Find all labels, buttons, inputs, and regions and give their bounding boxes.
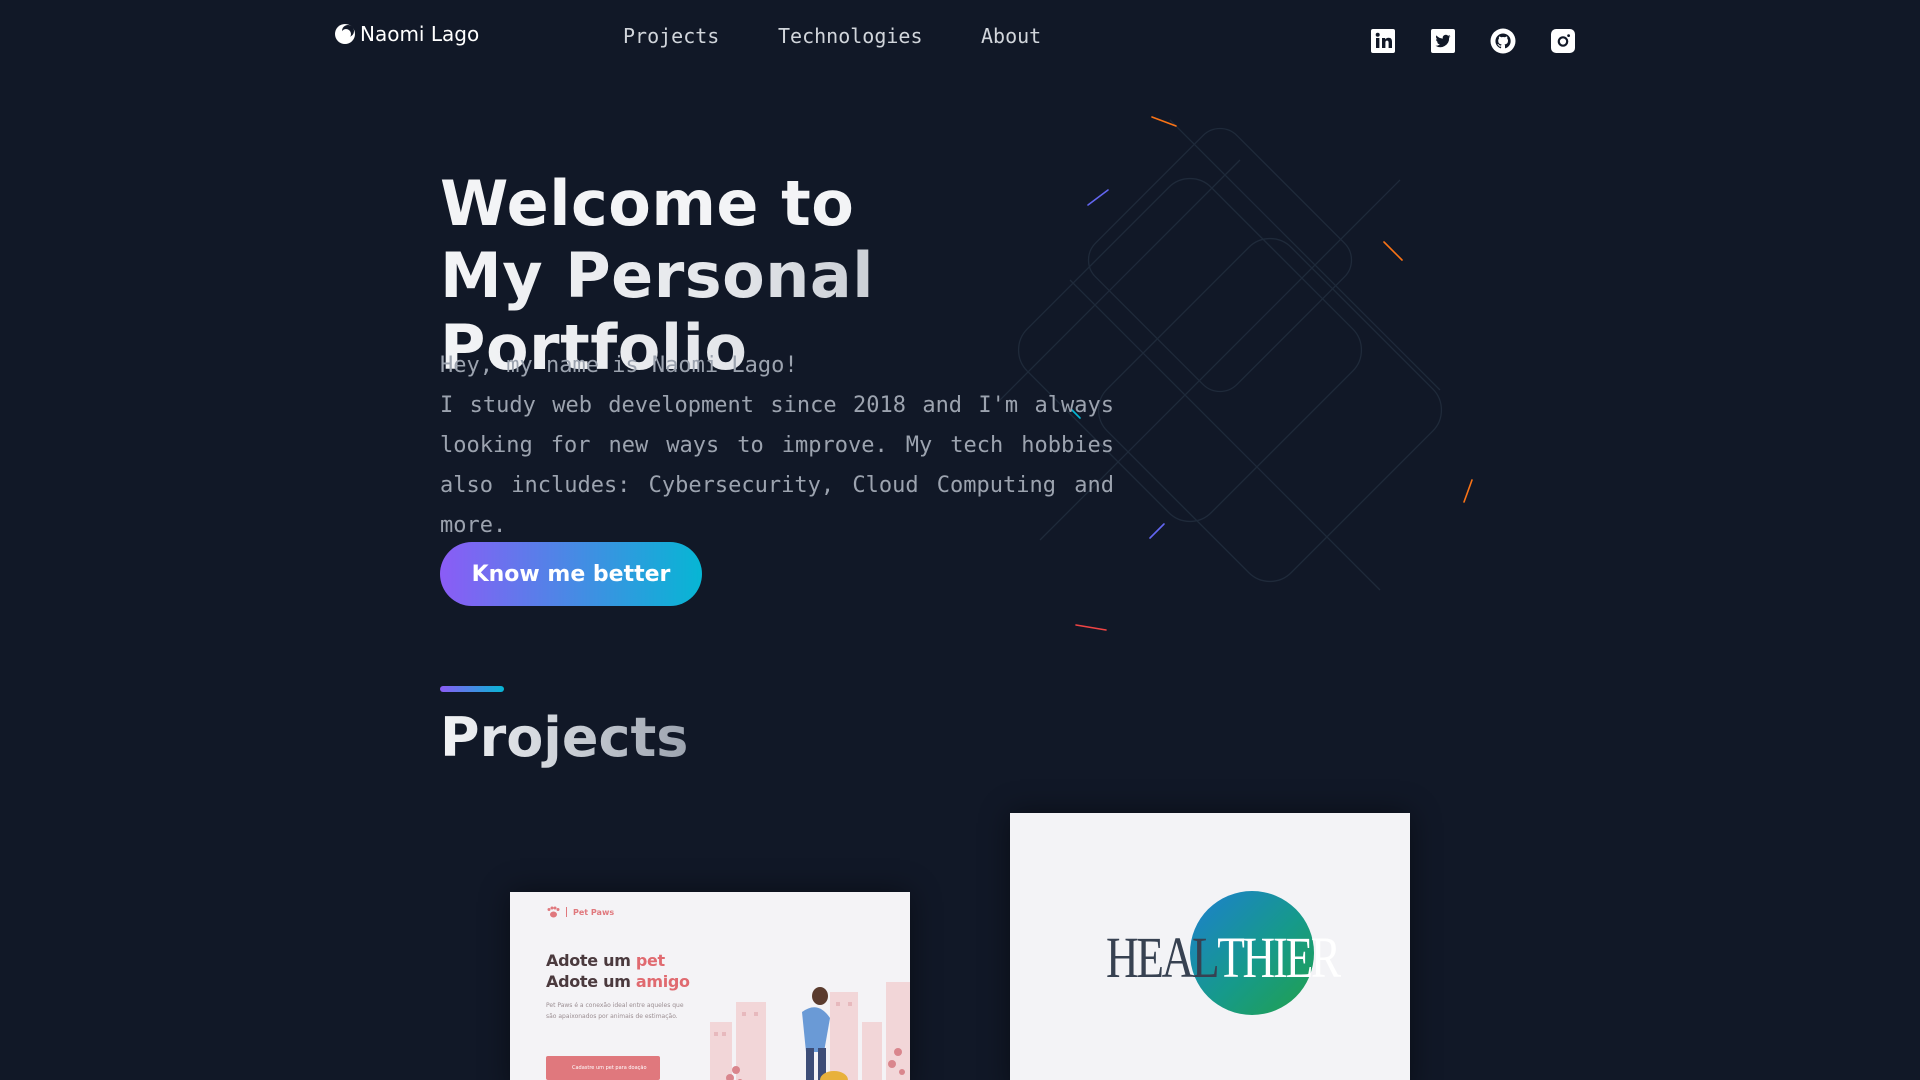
brand-separator bbox=[566, 907, 567, 917]
pet-adoption-illustration bbox=[710, 982, 910, 1080]
healthier-logo-part1: HEAL bbox=[1106, 924, 1220, 990]
pet-paws-text: Pet Paws é a conexão ideal entre aqueles… bbox=[546, 1002, 684, 1020]
projects-section-title: Projects bbox=[440, 706, 689, 769]
hero-intro: Hey, my name is Naomi Lago! I study web … bbox=[440, 346, 1114, 546]
nav-technologies[interactable]: Technologies bbox=[778, 24, 923, 48]
know-me-better-button[interactable]: Know me better bbox=[440, 542, 702, 606]
nav-projects[interactable]: Projects bbox=[623, 24, 719, 48]
section-accent-bar bbox=[440, 686, 504, 692]
pet-paws-brand-name: Pet Paws bbox=[573, 907, 615, 917]
pet-paws-brand: Pet Paws bbox=[546, 906, 614, 918]
paw-icon bbox=[547, 906, 560, 918]
project-card-pet-paws[interactable]: Pet Paws Adote um pet Adote um amigo Pet… bbox=[510, 892, 910, 1080]
hero-greeting: Hey, my name is Naomi Lago! bbox=[440, 353, 798, 378]
hero-title-line1: Welcome to bbox=[440, 167, 855, 240]
pet-paws-cta: Cadastre um pet para doação bbox=[546, 1056, 660, 1080]
pet-paws-headline-2a: Adote um bbox=[546, 972, 636, 991]
pet-paws-headline-1a: Adote um bbox=[546, 951, 636, 970]
project-card-healthier[interactable]: HEAL THIER bbox=[1010, 813, 1410, 1080]
pet-paws-headline-2b: amigo bbox=[635, 972, 690, 991]
social-links bbox=[1370, 28, 1576, 54]
linkedin-icon[interactable] bbox=[1370, 28, 1396, 54]
pet-paws-headline-1b: pet bbox=[635, 951, 665, 970]
nav-about[interactable]: About bbox=[981, 24, 1041, 48]
github-icon[interactable] bbox=[1490, 28, 1516, 54]
instagram-icon[interactable] bbox=[1550, 28, 1576, 54]
healthier-logo: HEAL THIER bbox=[1106, 925, 1341, 990]
twitter-icon[interactable] bbox=[1430, 28, 1456, 54]
healthier-logo-part2: THIER bbox=[1217, 924, 1341, 990]
hero-description: I study web development since 2018 and I… bbox=[440, 393, 1114, 538]
main-nav: Projects Technologies About bbox=[0, 24, 1920, 54]
pet-paws-headline: Adote um pet Adote um amigo bbox=[546, 950, 690, 992]
